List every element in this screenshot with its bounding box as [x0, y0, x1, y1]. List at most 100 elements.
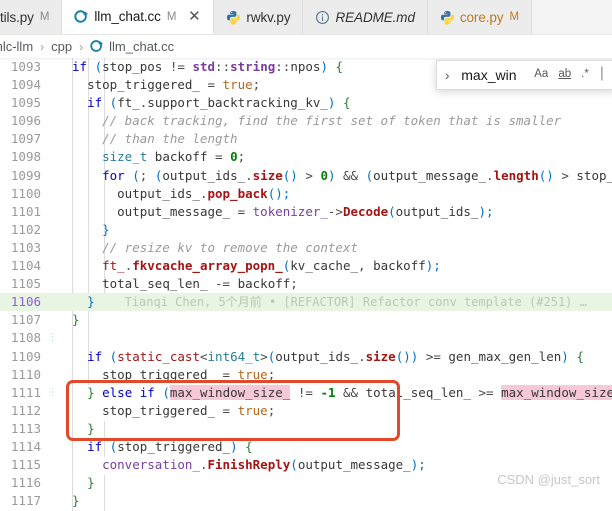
code-line[interactable]: 1105 total_seq_len_ -= backoff;	[0, 275, 612, 293]
code-text: output_ids_.pop_back();	[117, 185, 291, 201]
line-number: 1105	[10, 276, 41, 292]
code-line[interactable]: 1098 size_t backoff = 0;	[0, 148, 612, 166]
code-line[interactable]: 1102 }	[0, 221, 612, 239]
code-text: // than the length	[72, 131, 238, 147]
code-text: if (stop_triggered_) {	[87, 438, 253, 454]
code-text: // back tracking, find the first set of …	[72, 113, 562, 129]
line-number: 1096	[10, 113, 41, 129]
line-number: 1117	[10, 493, 41, 509]
git-blame-annotation[interactable]: Tianqi Chen, 5个月前 • [REFACTOR] Refactor …	[95, 295, 587, 309]
tab-dirty-indicator: M	[39, 11, 50, 23]
code-line[interactable]: 1103 // resize kv to remove the context	[0, 239, 612, 257]
code-text: if (ft_.support_backtracking_kv_) {	[87, 95, 351, 111]
line-number: 1112	[10, 402, 41, 418]
breadcrumb-label: cpp	[51, 39, 73, 54]
line-number-active: 1106	[10, 294, 41, 310]
line-number: 1104	[10, 258, 41, 274]
line-number: 1108	[10, 330, 41, 346]
code-line[interactable]: 1110 stop_triggered_ = true;	[0, 366, 612, 384]
code-text: }	[87, 420, 95, 436]
code-text: } else if (max_window_size_ != -1 && tot…	[65, 384, 612, 402]
breadcrumb: mlc-llm › cpp › llm_chat.cc	[0, 35, 612, 58]
code-line[interactable]: 1100 output_ids_.pop_back();	[0, 185, 612, 203]
code-text: ft_.fkvcache_array_popn_(kv_cache_, back…	[102, 258, 441, 274]
tab-close-icon[interactable]: ✕	[187, 9, 201, 24]
breadcrumb-item-mlc-llm[interactable]: mlc-llm	[0, 39, 33, 54]
code-text: stop_triggered_ = true;	[102, 402, 276, 418]
line-number: 1116	[10, 475, 41, 491]
code-text: } Tianqi Chen, 5个月前 • [REFACTOR] Refactor…	[87, 294, 587, 310]
python-file-icon	[440, 10, 455, 25]
watermark-text: CSDN @just_sort	[497, 471, 600, 487]
breadcrumb-label: mlc-llm	[0, 39, 34, 54]
code-line[interactable]: 1112 stop_triggered_ = true;	[0, 402, 612, 420]
match-case-toggle[interactable]: Aa	[530, 67, 552, 83]
code-line[interactable]: 1108 ⋮	[0, 329, 612, 347]
code-line[interactable]: 1104 ft_.fkvcache_array_popn_(kv_cache_,…	[0, 257, 612, 275]
line-number: 1114	[10, 438, 41, 454]
code-line[interactable]: 1109 if (static_cast<int64_t>(output_ids…	[0, 348, 612, 366]
code-line[interactable]: 1096 // back tracking, find the first se…	[0, 112, 612, 130]
line-number: 1098	[10, 149, 41, 165]
code-text: }	[72, 493, 80, 509]
find-input[interactable]: max_win	[455, 66, 529, 84]
whole-word-toggle[interactable]: ab	[554, 67, 575, 83]
cpp-file-icon	[90, 39, 105, 54]
code-line[interactable]: 1111 ⋮ } else if (max_window_size_ != -1…	[0, 384, 612, 402]
tab-label: core.py	[459, 9, 504, 25]
code-text: output_message_ = tokenizer_->Decode(out…	[117, 203, 494, 219]
code-text: stop_triggered_ = true;	[102, 366, 276, 382]
code-line[interactable]: 1114 if (stop_triggered_) {	[0, 438, 612, 456]
code-line[interactable]: 1097 // than the length	[0, 130, 612, 148]
change-indicator-modified[interactable]: ⋮	[48, 329, 53, 347]
cpp-file-icon	[74, 9, 89, 24]
line-number: 1095	[10, 95, 41, 111]
line-number: 1101	[10, 203, 41, 219]
code-line[interactable]: 1113 }	[0, 420, 612, 438]
line-number: 1093	[10, 59, 41, 74]
change-indicator-modified[interactable]: ⋮	[48, 384, 53, 402]
line-number: 1110	[10, 366, 41, 382]
tab-rwkv-py[interactable]: rwkv.py	[214, 0, 304, 34]
line-number: 1113	[10, 420, 41, 436]
code-text: }	[72, 312, 80, 328]
code-line[interactable]: 1099 for (; (output_ids_.size() > 0) && …	[0, 167, 612, 185]
tab-label: README.md	[335, 9, 415, 25]
tab-readme-md[interactable]: README.md	[303, 0, 428, 34]
code-line[interactable]: 1107 }	[0, 311, 612, 329]
code-line-active[interactable]: 1106 } Tianqi Chen, 5个月前 • [REFACTOR] Ref…	[0, 293, 612, 312]
breadcrumb-separator-icon: ›	[79, 39, 84, 54]
line-number: 1102	[10, 221, 41, 237]
line-number: 1100	[10, 185, 41, 201]
line-number: 1107	[10, 312, 41, 328]
find-widget[interactable]: › max_win Aa ab .* │	[436, 60, 612, 90]
python-file-icon	[226, 10, 241, 25]
code-line[interactable]: 1095 if (ft_.support_backtracking_kv_) {	[0, 94, 612, 112]
line-number: 1109	[10, 348, 41, 364]
info-file-icon	[315, 10, 330, 25]
use-regex-toggle[interactable]: .*	[577, 67, 593, 83]
breadcrumb-item-cpp[interactable]: cpp	[51, 39, 72, 54]
search-match-highlight: max_window_size_	[501, 384, 612, 400]
tab-dirty-indicator: M	[509, 11, 520, 23]
breadcrumb-separator-icon: ›	[40, 39, 45, 54]
code-line[interactable]: 1117 }	[0, 492, 612, 510]
code-editor[interactable]: 1093 if (stop_pos != std::string::npos) …	[0, 58, 612, 511]
editor-tab-bar: tils.py M llm_chat.cc M ✕ rwkv.py README…	[0, 0, 612, 35]
line-number: 1094	[10, 77, 41, 93]
tab-llm-chat-cc[interactable]: llm_chat.cc M ✕	[62, 0, 215, 34]
chevron-right-icon[interactable]: ›	[439, 68, 455, 82]
code-text: if (static_cast<int64_t>(output_ids_.siz…	[87, 348, 584, 364]
find-more-icon[interactable]: │	[595, 67, 610, 83]
tab-dirty-indicator: M	[166, 10, 177, 23]
line-number: 1097	[10, 131, 41, 147]
tab-core-py[interactable]: core.py M	[427, 0, 533, 34]
code-text: total_seq_len_ -= backoff;	[102, 276, 298, 292]
breadcrumb-item-llm-chat-cc[interactable]: llm_chat.cc	[90, 39, 174, 54]
breadcrumb-label: llm_chat.cc	[109, 39, 175, 54]
code-line[interactable]: 1101 output_message_ = tokenizer_->Decod…	[0, 203, 612, 221]
tab-tils-py[interactable]: tils.py M	[0, 0, 63, 34]
tab-label: rwkv.py	[246, 9, 291, 25]
code-text: }	[102, 221, 110, 237]
code-text: size_t backoff = 0;	[102, 149, 246, 165]
